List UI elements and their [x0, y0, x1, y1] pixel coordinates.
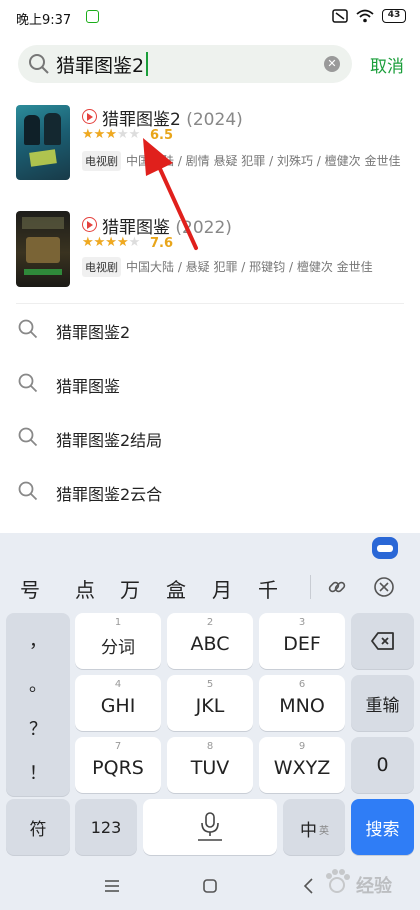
- punct-key[interactable]: ，: [6, 627, 70, 653]
- key-5[interactable]: 5 JKL: [167, 675, 253, 731]
- key-label: PQRS: [92, 757, 144, 779]
- suggestion-item[interactable]: 猎罪图鉴2云合: [0, 465, 420, 519]
- search-key[interactable]: 搜索: [351, 799, 414, 855]
- punctuation-panel[interactable]: ， 。 ？ ！: [6, 613, 70, 796]
- backspace-icon: [371, 632, 394, 650]
- key-number: 5: [206, 679, 214, 690]
- key-label: MNO: [279, 695, 325, 717]
- keyboard-mascot-icon[interactable]: [372, 537, 398, 559]
- suggestion-text: 猎罪图鉴2结局: [56, 431, 163, 450]
- key-7[interactable]: 7 PQRS: [75, 737, 161, 793]
- key-1[interactable]: 1 分词: [75, 613, 161, 669]
- key-number: 9: [298, 741, 306, 752]
- candidate-word[interactable]: 月: [212, 574, 232, 603]
- search-icon: [18, 481, 38, 501]
- suggestion-text: 猎罪图鉴: [56, 377, 121, 396]
- key-number: 1: [114, 617, 122, 628]
- candidate-word[interactable]: 万: [120, 574, 140, 603]
- key-label: 中: [300, 821, 317, 841]
- key-label: WXYZ: [273, 757, 331, 779]
- key-number: 3: [298, 617, 306, 628]
- candidate-word[interactable]: 点: [75, 574, 95, 603]
- key-2[interactable]: 2 ABC: [167, 613, 253, 669]
- backspace-key[interactable]: [351, 613, 414, 669]
- navigation-bar: 经验: [0, 862, 420, 910]
- key-label: DEF: [283, 633, 321, 655]
- close-candidates-icon[interactable]: [373, 576, 395, 598]
- key-label: 重输: [365, 695, 400, 716]
- key-label: GHI: [100, 695, 136, 717]
- menu-icon[interactable]: [104, 879, 120, 893]
- watermark-text: 经验: [356, 876, 392, 897]
- candidate-word[interactable]: 千: [258, 574, 278, 603]
- key-label: 分词: [101, 638, 135, 658]
- search-icon: [18, 427, 38, 447]
- suggestion-item[interactable]: 猎罪图鉴2: [0, 303, 420, 357]
- candidate-word[interactable]: 盒: [166, 574, 186, 603]
- search-icon: [18, 319, 38, 339]
- key-8[interactable]: 8 TUV: [167, 737, 253, 793]
- divider: [310, 575, 311, 599]
- key-4[interactable]: 4 GHI: [75, 675, 161, 731]
- annotation-arrow: [143, 138, 198, 250]
- key-label-alt: 英: [319, 826, 329, 837]
- watermark-logo: 经验: [322, 864, 416, 904]
- key-label: 搜索: [365, 819, 400, 840]
- candidate-bar: 号 点 万 盒 月 千: [0, 569, 420, 605]
- keyboard: 号 点 万 盒 月 千 ， 。 ？ ！ 1 分词 2 ABC 3 DEF 4 GHI 5…: [0, 533, 420, 910]
- candidate-word[interactable]: 号: [20, 574, 40, 603]
- language-toggle-key[interactable]: 中 英: [283, 799, 345, 855]
- suggestion-item[interactable]: 猎罪图鉴: [0, 357, 420, 411]
- search-icon: [18, 373, 38, 393]
- suggestion-item[interactable]: 猎罪图鉴2结局: [0, 411, 420, 465]
- punct-key[interactable]: ？: [6, 715, 70, 741]
- suggestion-text: 猎罪图鉴2云合: [56, 485, 163, 504]
- key-0[interactable]: 0: [351, 737, 414, 793]
- key-number: 7: [114, 741, 122, 752]
- home-icon[interactable]: [203, 879, 217, 893]
- paw-icon: [326, 869, 350, 893]
- key-label: 符: [29, 819, 47, 840]
- symbol-key[interactable]: 符: [6, 799, 70, 855]
- link-icon[interactable]: [326, 576, 348, 598]
- number-mode-key[interactable]: 123: [75, 799, 137, 855]
- key-number: 6: [298, 679, 306, 690]
- key-label: JKL: [195, 695, 225, 717]
- back-icon[interactable]: [302, 878, 314, 894]
- punct-key[interactable]: ！: [6, 759, 70, 785]
- key-6[interactable]: 6 MNO: [259, 675, 345, 731]
- key-3[interactable]: 3 DEF: [259, 613, 345, 669]
- reenter-key[interactable]: 重输: [351, 675, 414, 731]
- key-number: 4: [114, 679, 122, 690]
- key-number: 2: [206, 617, 214, 628]
- key-label: ABC: [190, 633, 230, 655]
- suggestion-text: 猎罪图鉴2: [56, 323, 131, 342]
- key-label: 123: [90, 817, 122, 837]
- punct-key[interactable]: 。: [6, 671, 70, 697]
- key-label: 0: [376, 754, 389, 776]
- space-key[interactable]: [143, 799, 277, 855]
- key-number: 8: [206, 741, 214, 752]
- microphone-icon: [198, 812, 222, 841]
- key-label: TUV: [190, 757, 230, 779]
- key-9[interactable]: 9 WXYZ: [259, 737, 345, 793]
